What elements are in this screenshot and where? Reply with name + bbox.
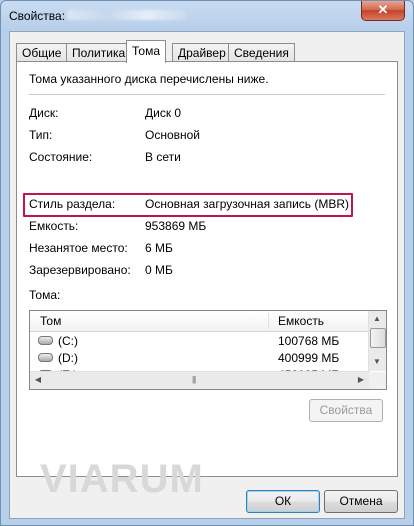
drive-icon: [38, 336, 53, 345]
type-value: Основной: [145, 128, 201, 142]
tab-details[interactable]: Сведения: [228, 43, 295, 62]
volume-size: 100768 МБ: [278, 334, 340, 348]
volume-name: (D:): [58, 351, 78, 365]
cancel-button[interactable]: Отмена: [324, 490, 398, 513]
volumes-list[interactable]: Том Емкость (C:) 100768 МБ (D:) 400999 М…: [29, 310, 387, 390]
close-button[interactable]: ✕: [361, 1, 405, 21]
dialog-body: Общие Политика Тома Драйвер Сведения Том…: [9, 31, 405, 519]
scroll-left-icon[interactable]: ◀: [30, 372, 46, 388]
reserved-label: Зарезервировано:: [29, 263, 131, 277]
volumes-label: Тома:: [29, 288, 61, 302]
scrollbar-grip-icon[interactable]: |||: [192, 375, 196, 384]
close-icon: ✕: [377, 2, 389, 17]
window-title: Свойства:: [9, 9, 66, 23]
column-divider[interactable]: [268, 313, 269, 329]
drive-icon: [38, 353, 53, 362]
list-header: Том Емкость: [30, 311, 370, 332]
blurred-device-name: [67, 10, 187, 20]
tab-driver[interactable]: Драйвер: [172, 43, 232, 62]
title-bar[interactable]: Свойства: ✕: [1, 1, 413, 29]
properties-button[interactable]: Свойства: [309, 399, 383, 422]
volume-name: (C:): [58, 334, 78, 348]
ok-button[interactable]: ОК: [246, 490, 320, 513]
scroll-right-icon[interactable]: ▶: [353, 372, 369, 388]
status-label: Состояние:: [29, 150, 93, 164]
list-item[interactable]: (C:) 100768 МБ: [30, 332, 370, 349]
disk-label: Диск:: [29, 106, 59, 120]
partition-style-label: Стиль раздела:: [29, 197, 116, 211]
capacity-value: 953869 МБ: [145, 219, 207, 233]
scroll-up-icon[interactable]: ▲: [369, 311, 385, 327]
unallocated-label: Незанятое место:: [29, 241, 128, 255]
disk-value: Диск 0: [145, 106, 182, 120]
properties-window: Свойства: ✕ Общие Политика Тома Драйвер …: [0, 0, 414, 526]
type-label: Тип:: [29, 128, 53, 142]
reserved-value: 0 МБ: [145, 263, 173, 277]
partition-style-value: Основная загрузочная запись (MBR): [145, 197, 350, 211]
column-header-capacity[interactable]: Емкость: [278, 314, 324, 328]
capacity-label: Емкость:: [29, 219, 79, 233]
list-item[interactable]: (D:) 400999 МБ: [30, 349, 370, 366]
scroll-down-icon[interactable]: ▼: [369, 354, 385, 370]
scrollbar-corner: [369, 372, 386, 389]
separator: [29, 94, 385, 95]
tab-volumes[interactable]: Тома: [126, 40, 166, 63]
status-value: В сети: [145, 150, 181, 164]
watermark-logo: VIARUM: [40, 457, 204, 501]
volumes-tab-panel: Тома указанного диска перечислены ниже. …: [16, 61, 398, 477]
panel-description: Тома указанного диска перечислены ниже.: [29, 72, 269, 86]
vertical-scrollbar[interactable]: ▲ ▼: [368, 311, 386, 371]
tab-general[interactable]: Общие: [16, 43, 68, 62]
unallocated-value: 6 МБ: [145, 241, 173, 255]
volume-size: 400999 МБ: [278, 351, 340, 365]
scrollbar-thumb[interactable]: [370, 328, 386, 348]
column-header-volume[interactable]: Том: [40, 314, 61, 328]
tab-policy[interactable]: Политика: [66, 43, 132, 62]
horizontal-scrollbar[interactable]: ◀ ||| ▶: [30, 371, 370, 389]
